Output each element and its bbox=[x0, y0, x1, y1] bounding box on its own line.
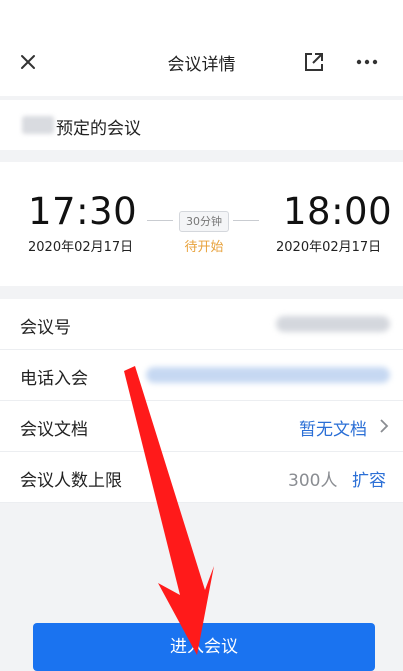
redacted-meeting-id bbox=[276, 316, 390, 332]
page-title: 会议详情 bbox=[167, 55, 236, 75]
expand-capacity-link[interactable]: 扩容 bbox=[352, 466, 386, 491]
top-bar: 会议详情 bbox=[0, 0, 403, 96]
meeting-docs-row[interactable]: 会议文档 暂无文档 bbox=[0, 401, 403, 452]
participant-limit-value: 300人 bbox=[288, 471, 338, 491]
meeting-docs-label: 会议文档 bbox=[20, 420, 88, 440]
end-time: 18:00 bbox=[283, 190, 393, 233]
status-text: 待开始 bbox=[184, 240, 224, 255]
redacted-organizer-name bbox=[22, 116, 54, 134]
start-date: 2020年02月17日 bbox=[28, 240, 134, 255]
phone-join-row[interactable]: 电话入会 bbox=[0, 350, 403, 401]
schedule-card: 17:30 2020年02月17日 30分钟 待开始 18:00 2020年02… bbox=[0, 162, 403, 286]
organizer-row: 预定的会议 bbox=[0, 100, 403, 150]
participant-limit-row: 会议人数上限 300人 扩容 bbox=[0, 452, 403, 503]
chevron-right-icon bbox=[380, 419, 389, 433]
open-external-icon[interactable] bbox=[302, 50, 326, 74]
participant-limit-label: 会议人数上限 bbox=[20, 471, 122, 491]
docs-value[interactable]: 暂无文档 bbox=[299, 415, 367, 440]
meeting-id-row[interactable]: 会议号 bbox=[0, 299, 403, 350]
meeting-info-list: 会议号 电话入会 会议文档 暂无文档 会议人数上限 300人 扩容 bbox=[0, 299, 403, 503]
organizer-text: 预定的会议 bbox=[56, 119, 141, 139]
end-date: 2020年02月17日 bbox=[276, 240, 382, 255]
meeting-id-label: 会议号 bbox=[20, 318, 71, 338]
divider-line bbox=[147, 220, 173, 221]
start-time: 17:30 bbox=[28, 190, 138, 233]
redacted-phone-number[interactable] bbox=[146, 367, 390, 383]
divider-line bbox=[233, 220, 259, 221]
phone-join-label: 电话入会 bbox=[20, 369, 88, 389]
join-meeting-button[interactable]: 进入会议 bbox=[33, 623, 375, 671]
more-dots-icon[interactable] bbox=[354, 50, 380, 74]
duration-badge: 30分钟 bbox=[179, 211, 229, 232]
